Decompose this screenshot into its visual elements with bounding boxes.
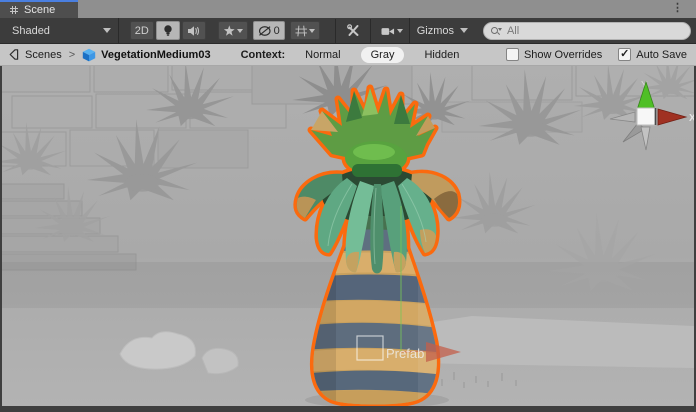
gizmos-dropdown[interactable]: Gizmos — [409, 18, 475, 44]
grid-icon — [295, 25, 308, 37]
effects-dropdown-button[interactable] — [218, 21, 249, 40]
breadcrumb-root[interactable]: Scenes — [25, 49, 62, 61]
draw-mode-dropdown[interactable]: Shaded — [5, 18, 119, 44]
context-option-normal[interactable]: Normal — [299, 47, 346, 63]
gizmo-center-cube[interactable] — [637, 108, 655, 125]
context-option-hidden[interactable]: Hidden — [418, 47, 465, 63]
scene-search-field[interactable] — [483, 22, 691, 40]
toggle-2d-button[interactable]: 2D — [130, 21, 154, 40]
prefab-badge-label: Prefab — [386, 346, 424, 361]
search-input[interactable] — [505, 24, 683, 38]
speaker-icon — [187, 25, 200, 37]
camera-settings-dropdown-button[interactable] — [376, 21, 408, 40]
check-icon: ✓ — [620, 49, 629, 60]
grid-layout-icon — [9, 5, 19, 15]
scene-viewport[interactable]: Prefab Y X — [2, 66, 694, 406]
prefab-cube-icon — [82, 48, 96, 62]
chevron-down-icon — [397, 29, 403, 33]
auto-save-checkbox[interactable]: ✓ — [618, 48, 631, 61]
effects-star-icon — [223, 25, 236, 37]
scene-render: Prefab Y X — [2, 66, 694, 406]
chevron-down-icon — [103, 28, 111, 33]
separator — [335, 19, 336, 43]
grid-visibility-dropdown-button[interactable] — [290, 21, 321, 40]
breadcrumb: Scenes > VegetationMedium03 — [7, 48, 211, 62]
show-overrides-toggle[interactable]: Show Overrides — [506, 48, 602, 61]
tab-scene[interactable]: Scene — [0, 0, 78, 18]
light-bulb-icon — [162, 24, 174, 37]
chevron-down-icon — [460, 28, 468, 33]
scene-audio-button[interactable] — [182, 21, 206, 40]
btn-2d-label: 2D — [135, 25, 149, 37]
hidden-objects-button[interactable]: 0 — [253, 21, 285, 40]
auto-save-label: Auto Save — [636, 49, 687, 61]
eye-off-icon — [258, 25, 272, 37]
prefab-name[interactable]: VegetationMedium03 — [101, 49, 210, 61]
show-overrides-label: Show Overrides — [524, 49, 602, 61]
context-option-gray[interactable]: Gray — [361, 47, 405, 63]
gizmos-label: Gizmos — [417, 25, 454, 37]
editor-tools-button[interactable] — [341, 21, 365, 40]
separator — [370, 19, 371, 43]
prefab-context-bar: Scenes > VegetationMedium03 Context: Nor… — [0, 44, 696, 66]
axis-x-label: X — [689, 113, 694, 124]
scene-toolbar: Shaded 2D — [0, 18, 696, 44]
breadcrumb-separator: > — [69, 49, 75, 61]
tab-strip: Scene ⋮ — [0, 0, 696, 18]
tab-label: Scene — [24, 4, 55, 16]
chevron-down-icon — [309, 29, 315, 33]
back-arrow-icon[interactable] — [7, 48, 20, 61]
camera-icon — [381, 25, 395, 37]
search-icon — [491, 26, 501, 36]
chevron-down-icon — [237, 29, 243, 33]
scene-view-window: Scene ⋮ Shaded 2D — [0, 0, 696, 412]
tools-icon — [347, 24, 360, 37]
context-label: Context: — [241, 49, 286, 61]
tab-overflow-menu-icon[interactable]: ⋮ — [672, 2, 683, 15]
auto-save-toggle[interactable]: ✓ Auto Save — [618, 48, 687, 61]
draw-mode-label: Shaded — [12, 25, 50, 37]
show-overrides-checkbox[interactable] — [506, 48, 519, 61]
scene-lighting-button[interactable] — [156, 21, 180, 40]
hidden-count: 0 — [274, 25, 280, 37]
